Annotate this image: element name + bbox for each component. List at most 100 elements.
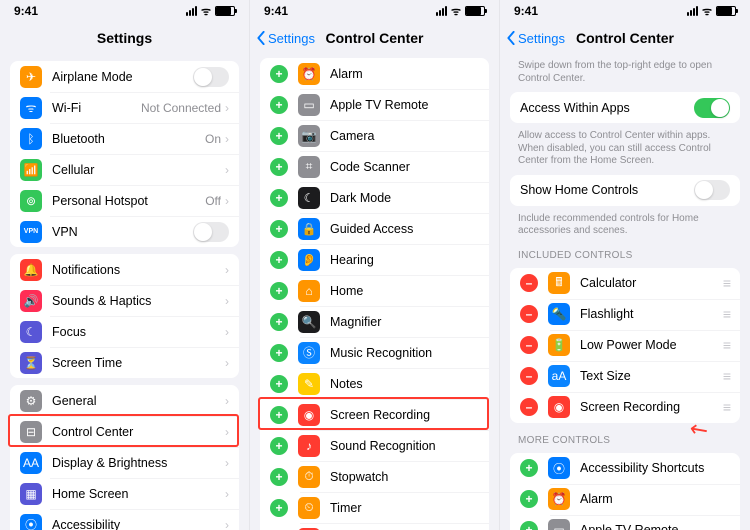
control-add-row[interactable]: + 🔍 Magnifier [260,306,489,337]
row-label: Flashlight [580,307,723,321]
row-label: Notes [330,377,479,391]
settings-row[interactable]: ✈ Airplane Mode [10,61,239,92]
setting-toggle-row[interactable]: Show Home Controls [510,175,740,206]
scroll-area[interactable]: Swipe down from the top-right edge to op… [500,54,750,530]
settings-row[interactable]: ☾ Focus › [10,316,239,347]
row-label: Home [330,284,479,298]
add-button[interactable]: + [270,375,288,393]
control-add-row[interactable]: + Ⓢ Music Recognition [260,337,489,368]
add-button[interactable]: + [270,313,288,331]
control-add-row[interactable]: + 👂 Hearing [260,244,489,275]
speaker-icon: 🔊 [20,290,42,312]
control-add-row[interactable]: + ⏰ Alarm [260,58,489,89]
settings-row[interactable]: ⊚ Personal Hotspot Off› [10,185,239,216]
settings-row[interactable]: 📶 Cellular › [10,154,239,185]
settings-row[interactable]: ⊟ Control Center › [10,416,239,447]
more-control-row[interactable]: + ⏰ Alarm [510,484,740,515]
add-button[interactable]: + [270,406,288,424]
control-add-row[interactable]: + 🎙 Voice Memos [260,523,489,530]
remove-button[interactable]: – [520,336,538,354]
scroll-area[interactable]: + ⏰ Alarm + ▭ Apple TV Remote + 📷 Camera… [250,54,499,530]
moon-icon: ☾ [298,187,320,209]
toggle-switch[interactable] [193,67,229,87]
add-button[interactable]: + [270,251,288,269]
status-bar: 9:41 ᯤ [0,0,249,22]
add-button[interactable]: + [270,282,288,300]
settings-row[interactable]: ⚙ General › [10,385,239,416]
add-button[interactable]: + [270,65,288,83]
control-add-row[interactable]: + ⌂ Home [260,275,489,306]
add-button[interactable]: + [270,437,288,455]
add-button[interactable]: + [270,220,288,238]
add-button[interactable]: + [520,521,538,530]
settings-row[interactable]: ⦿ Accessibility › [10,509,239,530]
remove-button[interactable]: – [520,367,538,385]
drag-handle-icon[interactable]: ≡ [723,337,730,353]
setting-footer: Allow access to Control Center within ap… [518,130,732,168]
control-add-row[interactable]: + ♪ Sound Recognition [260,430,489,461]
remove-button[interactable]: – [520,305,538,323]
row-label: Screen Recording [580,400,723,414]
control-add-row[interactable]: + 🔒 Guided Access [260,213,489,244]
included-control-row[interactable]: – 🔦 Flashlight ≡ [510,299,740,330]
scroll-area[interactable]: ✈ Airplane Mode ᯤ Wi-Fi Not Connected› ᛒ… [0,54,249,530]
control-add-row[interactable]: + 📷 Camera [260,120,489,151]
back-label: Settings [518,31,565,46]
control-add-row[interactable]: + ▭ Apple TV Remote [260,89,489,120]
add-button[interactable]: + [270,344,288,362]
included-control-row[interactable]: – aA Text Size ≡ [510,361,740,392]
settings-row[interactable]: 🔊 Sounds & Haptics › [10,285,239,316]
row-label: Apple TV Remote [580,523,730,530]
more-header: MORE CONTROLS [518,435,732,446]
add-button[interactable]: + [270,96,288,114]
drag-handle-icon[interactable]: ≡ [723,399,730,415]
settings-row[interactable]: ᯤ Wi-Fi Not Connected› [10,92,239,123]
back-button[interactable]: Settings [256,31,315,46]
more-control-row[interactable]: + ▭ Apple TV Remote [510,515,740,530]
drag-handle-icon[interactable]: ≡ [723,306,730,322]
remove-button[interactable]: – [520,274,538,292]
setting-toggle-row[interactable]: Access Within Apps [510,92,740,123]
drag-handle-icon[interactable]: ≡ [723,275,730,291]
included-group: – 🖩 Calculator ≡ – 🔦 Flashlight ≡ – 🔋 Lo… [510,268,740,423]
toggle-switch[interactable] [694,180,730,200]
settings-row[interactable]: ᛒ Bluetooth On› [10,123,239,154]
control-add-row[interactable]: + ☾ Dark Mode [260,182,489,213]
settings-row[interactable]: ▦ Home Screen › [10,478,239,509]
add-button[interactable]: + [270,127,288,145]
add-button[interactable]: + [270,499,288,517]
chevron-icon: › [225,425,229,439]
clock-icon: ⏰ [548,488,570,510]
included-control-row[interactable]: – 🖩 Calculator ≡ [510,268,740,299]
back-label: Settings [268,31,315,46]
included-control-row[interactable]: – ◉ Screen Recording ≡ [510,392,740,423]
settings-row[interactable]: VPN VPN [10,216,239,247]
add-button[interactable]: + [270,189,288,207]
more-control-row[interactable]: + ⦿ Accessibility Shortcuts [510,453,740,484]
status-right: ᯤ [186,4,235,19]
settings-row[interactable]: AA Display & Brightness › [10,447,239,478]
back-button[interactable]: Settings [506,31,565,46]
add-button[interactable]: + [270,158,288,176]
add-button[interactable]: + [520,490,538,508]
control-add-row[interactable]: + ⌗ Code Scanner [260,151,489,182]
control-add-row[interactable]: + ⏱ Stopwatch [260,461,489,492]
add-button[interactable]: + [270,468,288,486]
toggle-switch[interactable] [694,98,730,118]
toggle-switch[interactable] [193,222,229,242]
included-control-row[interactable]: – 🔋 Low Power Mode ≡ [510,330,740,361]
drag-handle-icon[interactable]: ≡ [723,368,730,384]
control-add-row[interactable]: + ◉ Screen Recording [260,399,489,430]
row-label: Cellular [52,163,225,177]
record-icon: ◉ [548,396,570,418]
settings-group: ⚙ General › ⊟ Control Center › AA Displa… [10,385,239,530]
add-button[interactable]: + [520,459,538,477]
settings-row[interactable]: ⏳ Screen Time › [10,347,239,378]
remove-button[interactable]: – [520,398,538,416]
control-add-row[interactable]: + ⏲ Timer [260,492,489,523]
settings-row[interactable]: 🔔 Notifications › [10,254,239,285]
row-label: VPN [52,225,193,239]
control-add-row[interactable]: + ✎ Notes [260,368,489,399]
row-label: Apple TV Remote [330,98,479,112]
row-label: Music Recognition [330,346,479,360]
